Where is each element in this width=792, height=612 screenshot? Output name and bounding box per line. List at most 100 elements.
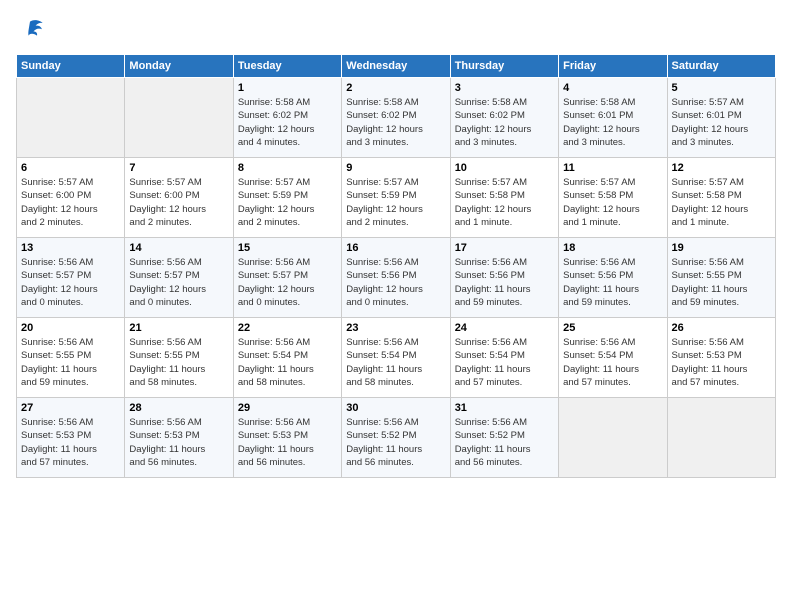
day-number: 3	[455, 82, 554, 94]
calendar-day-cell: 10 Sunrise: 5:57 AM Sunset: 5:58 PM Dayli…	[450, 158, 558, 238]
calendar-day-header: Monday	[125, 55, 233, 78]
calendar-day-cell: 27 Sunrise: 5:56 AM Sunset: 5:53 PM Dayli…	[17, 398, 125, 478]
calendar-week-row: 6 Sunrise: 5:57 AM Sunset: 6:00 PM Daylig…	[17, 158, 776, 238]
calendar-day-cell: 20 Sunrise: 5:56 AM Sunset: 5:55 PM Dayli…	[17, 318, 125, 398]
day-number: 20	[21, 322, 120, 334]
day-info: Sunrise: 5:57 AM Sunset: 5:59 PM Dayligh…	[238, 176, 337, 229]
day-number: 14	[129, 242, 228, 254]
calendar-day-cell: 11Sunrise: 5:57 AM Sunset: 5:58 PM Dayli…	[559, 158, 667, 238]
calendar-day-cell: 13Sunrise: 5:56 AM Sunset: 5:57 PM Dayli…	[17, 238, 125, 318]
calendar-day-cell: 26 Sunrise: 5:56 AM Sunset: 5:53 PM Dayli…	[667, 318, 775, 398]
day-number: 17	[455, 242, 554, 254]
day-info: Sunrise: 5:58 AM Sunset: 6:01 PM Dayligh…	[563, 96, 662, 149]
day-info: Sunrise: 5:58 AM Sunset: 6:02 PM Dayligh…	[455, 96, 554, 149]
calendar-day-cell	[667, 398, 775, 478]
calendar-day-cell: 30 Sunrise: 5:56 AM Sunset: 5:52 PM Dayli…	[342, 398, 450, 478]
day-info: Sunrise: 5:56 AM Sunset: 5:57 PM Dayligh…	[21, 256, 120, 309]
day-number: 4	[563, 82, 662, 94]
calendar-table: SundayMondayTuesdayWednesdayThursdayFrid…	[16, 54, 776, 478]
calendar-day-header: Tuesday	[233, 55, 341, 78]
day-info: Sunrise: 5:56 AM Sunset: 5:52 PM Dayligh…	[455, 416, 554, 469]
day-number: 19	[672, 242, 771, 254]
calendar-day-cell: 28 Sunrise: 5:56 AM Sunset: 5:53 PM Dayli…	[125, 398, 233, 478]
calendar-day-header: Thursday	[450, 55, 558, 78]
calendar-day-cell: 8 Sunrise: 5:57 AM Sunset: 5:59 PM Daylig…	[233, 158, 341, 238]
calendar-day-cell: 7 Sunrise: 5:57 AM Sunset: 6:00 PM Daylig…	[125, 158, 233, 238]
calendar-day-cell: 15 Sunrise: 5:56 AM Sunset: 5:57 PM Dayli…	[233, 238, 341, 318]
day-info: Sunrise: 5:57 AM Sunset: 5:59 PM Dayligh…	[346, 176, 445, 229]
calendar-day-header: Saturday	[667, 55, 775, 78]
calendar-day-cell: 22 Sunrise: 5:56 AM Sunset: 5:54 PM Dayli…	[233, 318, 341, 398]
day-info: Sunrise: 5:56 AM Sunset: 5:55 PM Dayligh…	[21, 336, 120, 389]
day-info: Sunrise: 5:58 AM Sunset: 6:02 PM Dayligh…	[238, 96, 337, 149]
calendar-day-cell: 18Sunrise: 5:56 AM Sunset: 5:56 PM Dayli…	[559, 238, 667, 318]
day-info: Sunrise: 5:57 AM Sunset: 5:58 PM Dayligh…	[672, 176, 771, 229]
day-info: Sunrise: 5:56 AM Sunset: 5:54 PM Dayligh…	[238, 336, 337, 389]
day-number: 15	[238, 242, 337, 254]
day-number: 31	[455, 402, 554, 414]
day-number: 5	[672, 82, 771, 94]
day-number: 9	[346, 162, 445, 174]
calendar-day-cell: 29 Sunrise: 5:56 AM Sunset: 5:53 PM Dayli…	[233, 398, 341, 478]
calendar-week-row: 27 Sunrise: 5:56 AM Sunset: 5:53 PM Dayli…	[17, 398, 776, 478]
day-number: 18	[563, 242, 662, 254]
day-info: Sunrise: 5:56 AM Sunset: 5:53 PM Dayligh…	[129, 416, 228, 469]
calendar-day-cell: 21 Sunrise: 5:56 AM Sunset: 5:55 PM Dayli…	[125, 318, 233, 398]
calendar-week-row: 1Sunrise: 5:58 AM Sunset: 6:02 PM Daylig…	[17, 78, 776, 158]
calendar-day-cell: 23Sunrise: 5:56 AM Sunset: 5:54 PM Dayli…	[342, 318, 450, 398]
day-info: Sunrise: 5:56 AM Sunset: 5:54 PM Dayligh…	[346, 336, 445, 389]
calendar-day-cell: 14 Sunrise: 5:56 AM Sunset: 5:57 PM Dayli…	[125, 238, 233, 318]
day-info: Sunrise: 5:56 AM Sunset: 5:53 PM Dayligh…	[238, 416, 337, 469]
day-number: 2	[346, 82, 445, 94]
day-info: Sunrise: 5:57 AM Sunset: 6:01 PM Dayligh…	[672, 96, 771, 149]
day-number: 22	[238, 322, 337, 334]
day-number: 16	[346, 242, 445, 254]
day-number: 24	[455, 322, 554, 334]
day-info: Sunrise: 5:56 AM Sunset: 5:54 PM Dayligh…	[563, 336, 662, 389]
day-info: Sunrise: 5:56 AM Sunset: 5:57 PM Dayligh…	[238, 256, 337, 309]
logo-bird-icon	[16, 16, 44, 44]
day-number: 30	[346, 402, 445, 414]
day-info: Sunrise: 5:56 AM Sunset: 5:54 PM Dayligh…	[455, 336, 554, 389]
day-number: 10	[455, 162, 554, 174]
calendar-day-cell: 3 Sunrise: 5:58 AM Sunset: 6:02 PM Daylig…	[450, 78, 558, 158]
day-info: Sunrise: 5:56 AM Sunset: 5:53 PM Dayligh…	[672, 336, 771, 389]
page-header	[16, 16, 776, 44]
day-number: 6	[21, 162, 120, 174]
calendar-day-cell: 19 Sunrise: 5:56 AM Sunset: 5:55 PM Dayli…	[667, 238, 775, 318]
calendar-day-header: Wednesday	[342, 55, 450, 78]
day-info: Sunrise: 5:57 AM Sunset: 5:58 PM Dayligh…	[455, 176, 554, 229]
day-info: Sunrise: 5:56 AM Sunset: 5:56 PM Dayligh…	[346, 256, 445, 309]
day-info: Sunrise: 5:57 AM Sunset: 6:00 PM Dayligh…	[21, 176, 120, 229]
day-info: Sunrise: 5:56 AM Sunset: 5:53 PM Dayligh…	[21, 416, 120, 469]
day-info: Sunrise: 5:56 AM Sunset: 5:55 PM Dayligh…	[672, 256, 771, 309]
day-info: Sunrise: 5:56 AM Sunset: 5:57 PM Dayligh…	[129, 256, 228, 309]
calendar-body: 1Sunrise: 5:58 AM Sunset: 6:02 PM Daylig…	[17, 78, 776, 478]
calendar-day-cell	[17, 78, 125, 158]
calendar-header-row: SundayMondayTuesdayWednesdayThursdayFrid…	[17, 55, 776, 78]
day-info: Sunrise: 5:56 AM Sunset: 5:52 PM Dayligh…	[346, 416, 445, 469]
day-info: Sunrise: 5:58 AM Sunset: 6:02 PM Dayligh…	[346, 96, 445, 149]
day-number: 8	[238, 162, 337, 174]
calendar-day-cell: 17Sunrise: 5:56 AM Sunset: 5:56 PM Dayli…	[450, 238, 558, 318]
day-number: 25	[563, 322, 662, 334]
calendar-day-cell: 16 Sunrise: 5:56 AM Sunset: 5:56 PM Dayli…	[342, 238, 450, 318]
calendar-day-header: Sunday	[17, 55, 125, 78]
calendar-day-cell: 5 Sunrise: 5:57 AM Sunset: 6:01 PM Daylig…	[667, 78, 775, 158]
calendar-day-cell: 9 Sunrise: 5:57 AM Sunset: 5:59 PM Daylig…	[342, 158, 450, 238]
day-info: Sunrise: 5:57 AM Sunset: 6:00 PM Dayligh…	[129, 176, 228, 229]
day-number: 28	[129, 402, 228, 414]
calendar-day-cell	[559, 398, 667, 478]
day-info: Sunrise: 5:56 AM Sunset: 5:55 PM Dayligh…	[129, 336, 228, 389]
day-number: 27	[21, 402, 120, 414]
day-number: 29	[238, 402, 337, 414]
calendar-day-cell: 1Sunrise: 5:58 AM Sunset: 6:02 PM Daylig…	[233, 78, 341, 158]
day-number: 26	[672, 322, 771, 334]
calendar-day-cell: 24 Sunrise: 5:56 AM Sunset: 5:54 PM Dayli…	[450, 318, 558, 398]
day-number: 21	[129, 322, 228, 334]
day-number: 12	[672, 162, 771, 174]
calendar-week-row: 20 Sunrise: 5:56 AM Sunset: 5:55 PM Dayli…	[17, 318, 776, 398]
calendar-day-cell: 6 Sunrise: 5:57 AM Sunset: 6:00 PM Daylig…	[17, 158, 125, 238]
logo	[16, 16, 48, 44]
day-number: 7	[129, 162, 228, 174]
